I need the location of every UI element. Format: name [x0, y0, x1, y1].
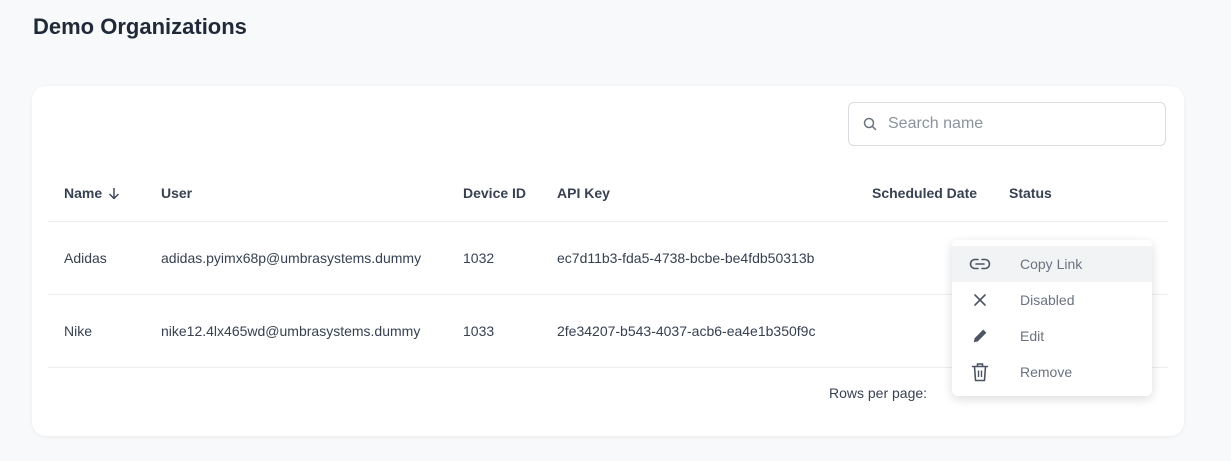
search-box[interactable]	[848, 102, 1166, 146]
menu-item-label: Remove	[1020, 364, 1073, 380]
menu-item-disabled[interactable]: Disabled	[952, 282, 1152, 318]
cell-user: adidas.pyimx68p@umbrasystems.dummy	[161, 250, 422, 266]
column-header-device-id[interactable]: Device ID	[463, 185, 526, 201]
rows-per-page-label: Rows per page:	[829, 385, 928, 401]
menu-item-label: Edit	[1020, 328, 1045, 344]
trash-icon	[969, 361, 991, 383]
row-actions-menu: Copy Link Disabled Edit Remove	[952, 240, 1152, 396]
column-header-name[interactable]: Name	[64, 185, 120, 201]
link-icon	[969, 253, 991, 275]
menu-item-edit[interactable]: Edit	[952, 318, 1152, 354]
search-icon	[863, 117, 877, 131]
cell-device-id: 1033	[463, 323, 495, 339]
page-title: Demo Organizations	[33, 14, 247, 39]
cell-name: Nike	[64, 323, 93, 339]
menu-item-label: Disabled	[1020, 292, 1075, 308]
search-input[interactable]	[886, 114, 1150, 134]
cell-device-id: 1032	[463, 250, 495, 266]
close-icon	[969, 289, 991, 311]
menu-item-remove[interactable]: Remove	[952, 354, 1152, 390]
table-header: Name User Device ID API Key Scheduled Da…	[48, 174, 1168, 222]
menu-item-copy-link[interactable]: Copy Link	[952, 246, 1152, 282]
cell-api-key: ec7d11b3-fda5-4738-bcbe-be4fdb50313b	[557, 250, 815, 266]
column-header-api-key[interactable]: API Key	[557, 185, 610, 201]
sort-arrow-down-icon[interactable]	[108, 187, 120, 200]
column-header-label: Name	[64, 185, 103, 201]
cell-name: Adidas	[64, 250, 107, 266]
column-header-status[interactable]: Status	[1009, 185, 1052, 201]
cell-user: nike12.4lx465wd@umbrasystems.dummy	[161, 323, 421, 339]
column-header-user[interactable]: User	[161, 185, 192, 201]
pencil-icon	[969, 325, 991, 347]
column-header-scheduled-date[interactable]: Scheduled Date	[872, 185, 977, 201]
menu-item-label: Copy Link	[1020, 256, 1083, 272]
cell-api-key: 2fe34207-b543-4037-acb6-ea4e1b350f9c	[557, 323, 816, 339]
